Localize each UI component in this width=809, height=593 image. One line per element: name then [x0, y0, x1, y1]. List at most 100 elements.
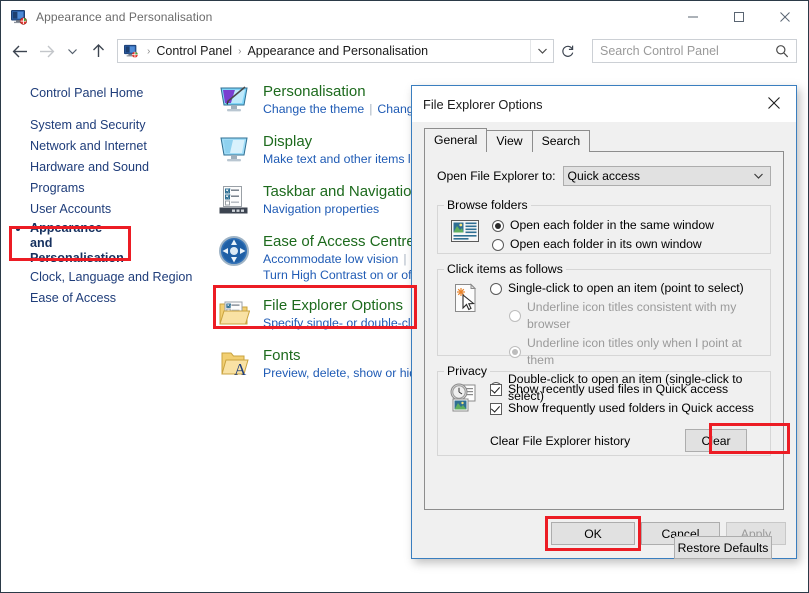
link-separator: | [369, 102, 373, 116]
checkbox-label: Show recently used files in Quick access [508, 382, 729, 396]
close-button[interactable] [762, 1, 808, 33]
open-file-explorer-value: Quick access [567, 169, 641, 183]
radio-icon[interactable] [490, 282, 502, 295]
category-text: Ease of Access Centre Accommodate low vi… [252, 232, 415, 283]
radio-label: Single-click to open an item (point to s… [508, 281, 744, 295]
privacy-legend: Privacy [447, 364, 487, 378]
breadcrumb-separator: › [238, 45, 242, 57]
tab-panel-mask [425, 151, 473, 152]
category-link[interactable]: Turn High Contrast on or off [263, 268, 415, 282]
personalisation-icon [216, 82, 252, 123]
category-link[interactable]: Chang [377, 102, 413, 116]
recent-locations-chevron-icon[interactable] [59, 37, 85, 65]
sidebar-item-clock-language-and-region[interactable]: Clock, Language and Region [1, 267, 207, 288]
link-separator: | [403, 252, 407, 266]
browse-folders-legend: Browse folders [447, 198, 528, 212]
checkbox-label: Show frequently used folders in Quick ac… [508, 401, 754, 415]
sidebar-item-appearance-wrapper: Appearance and Personalisation [1, 220, 207, 267]
clear-button[interactable]: Clear [685, 429, 747, 452]
checkbox-show-recent-files[interactable]: Show recently used files in Quick access [490, 381, 764, 398]
tab-view[interactable]: View [486, 130, 533, 152]
click-items-icon [448, 283, 482, 315]
browse-folders-icon [448, 218, 482, 244]
category-links: Navigation properties [263, 201, 411, 217]
radio-label: Underline icon titles consistent with my… [527, 300, 737, 331]
chevron-down-icon[interactable] [753, 172, 764, 180]
address-bar[interactable]: › Control Panel › Appearance and Persona… [117, 39, 554, 63]
checkbox-show-frequent-folders[interactable]: Show frequently used folders in Quick ac… [490, 400, 764, 417]
tab-general[interactable]: General [424, 128, 488, 152]
sidebar-item-control-panel-home[interactable]: Control Panel Home [1, 83, 207, 104]
radio-icon [509, 346, 521, 358]
category-text: File Explorer Options Specify single- or… [252, 296, 411, 331]
category-links: Accommodate low vision | [263, 251, 415, 267]
clear-history-row: Clear File Explorer history Clear [490, 423, 790, 455]
radio-label: Open each folder in the same window [510, 218, 714, 232]
restore-defaults-button[interactable]: Restore Defaults [674, 536, 772, 559]
sidebar-item-system-and-security[interactable]: System and Security [1, 115, 207, 136]
category-title[interactable]: Ease of Access Centre [263, 232, 415, 251]
open-file-explorer-select[interactable]: Quick access [562, 166, 771, 186]
ease-of-access-icon [216, 232, 252, 273]
browse-folders-options: Open each folder in the same window Open… [492, 212, 770, 253]
sidebar: Control Panel Home System and Security N… [1, 70, 207, 309]
search-input[interactable]: Search Control Panel [592, 39, 797, 63]
category-text: Display Make text and other items la [252, 132, 417, 167]
radio-single-click[interactable]: Single-click to open an item (point to s… [490, 280, 764, 297]
category-links: Specify single- or double-cl [263, 315, 411, 331]
search-icon[interactable] [775, 44, 789, 58]
dialog-titlebar: File Explorer Options [412, 86, 796, 122]
control-panel-icon [10, 8, 28, 26]
chevron-down-icon[interactable] [530, 40, 553, 62]
navigation-bar: › Control Panel › Appearance and Persona… [1, 33, 808, 69]
category-link[interactable]: Make text and other items la [263, 152, 417, 166]
category-link[interactable]: Preview, delete, show or hide [263, 366, 423, 380]
category-text: Fonts Preview, delete, show or hide [252, 346, 423, 381]
forward-arrow-icon [33, 37, 59, 65]
open-file-explorer-row: Open File Explorer to: Quick access [437, 166, 771, 186]
sidebar-item-network-and-internet[interactable]: Network and Internet [1, 136, 207, 157]
category-link[interactable]: Change the theme [263, 102, 364, 116]
radio-icon[interactable] [492, 219, 504, 232]
category-link[interactable]: Specify single- or double-cl [263, 316, 411, 330]
sidebar-item-ease-of-access[interactable]: Ease of Access [1, 288, 207, 309]
maximize-button[interactable] [716, 1, 762, 33]
radio-icon[interactable] [492, 238, 504, 251]
radio-open-same-window[interactable]: Open each folder in the same window [492, 217, 764, 234]
clear-history-label: Clear File Explorer history [490, 434, 631, 448]
checkbox-icon[interactable] [490, 402, 502, 415]
dialog-title: File Explorer Options [423, 96, 543, 112]
category-title[interactable]: File Explorer Options [263, 296, 411, 315]
sidebar-item-user-accounts[interactable]: User Accounts [1, 199, 207, 220]
minimize-button[interactable] [670, 1, 716, 33]
sidebar-item-programs[interactable]: Programs [1, 178, 207, 199]
category-title[interactable]: Fonts [263, 346, 423, 365]
sidebar-item-hardware-and-sound[interactable]: Hardware and Sound [1, 157, 207, 178]
breadcrumb-control-panel[interactable]: Control Panel [154, 44, 234, 58]
dialog-tabs: General View Search [424, 128, 591, 152]
click-items-legend: Click items as follows [447, 262, 563, 276]
breadcrumb-appearance[interactable]: Appearance and Personalisation [245, 44, 430, 58]
selected-bullet-icon [16, 227, 20, 231]
search-placeholder: Search Control Panel [600, 44, 719, 58]
category-link[interactable]: Navigation properties [263, 202, 379, 216]
radio-open-own-window[interactable]: Open each folder in its own window [492, 236, 764, 253]
window-title: Appearance and Personalisation [36, 10, 213, 24]
category-links: Turn High Contrast on or off [263, 267, 415, 283]
close-icon[interactable] [752, 86, 796, 120]
click-items-group: Click items as follows Single-click to o… [437, 262, 771, 403]
privacy-group: Privacy Show recently used files in Quic… [437, 364, 790, 456]
category-title[interactable]: Personalisation [263, 82, 414, 101]
tab-panel-general: Open File Explorer to: Quick access Brow… [424, 151, 790, 559]
category-text: Taskbar and Navigatio Navigation propert… [252, 182, 411, 217]
category-title[interactable]: Display [263, 132, 417, 151]
up-arrow-icon[interactable] [85, 37, 111, 65]
radio-icon [509, 310, 521, 322]
category-title[interactable]: Taskbar and Navigatio [263, 182, 411, 201]
back-arrow-icon[interactable] [7, 37, 33, 65]
category-link[interactable]: Accommodate low vision [263, 252, 398, 266]
refresh-icon[interactable] [555, 38, 581, 64]
checkbox-icon[interactable] [490, 383, 502, 396]
ok-button[interactable]: OK [551, 522, 635, 545]
tab-search[interactable]: Search [531, 130, 591, 152]
